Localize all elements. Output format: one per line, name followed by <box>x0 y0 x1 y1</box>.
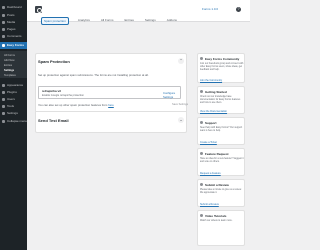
spam-description: Set up protection against spam submissio… <box>38 73 149 77</box>
card-title: Easy Forms Community <box>205 57 240 61</box>
community-icon <box>200 57 203 60</box>
card-title: Getting Started <box>205 90 227 94</box>
tab-all-forms[interactable]: All Forms <box>99 17 116 25</box>
sidebar-item-appearance[interactable]: Appearance <box>0 82 27 88</box>
version-link[interactable]: Forms 1.0.0 <box>202 7 218 11</box>
app-root: Dashboard Posts Media Pages Comments Eas… <box>0 0 250 250</box>
lightbulb-icon <box>200 152 203 155</box>
spam-note: You can also set up other spam protectio… <box>38 103 114 107</box>
save-settings-link[interactable]: Save Settings <box>172 103 188 106</box>
review-card: Submit a Review Please take a minute to … <box>197 179 245 207</box>
collapse-icon <box>2 119 5 123</box>
help-icon[interactable]: ? <box>236 7 241 12</box>
user-icon <box>2 97 5 101</box>
support-card: Support Need help with Easy Forms? Our s… <box>197 117 245 145</box>
sidebar-item-tools[interactable]: Tools <box>0 103 27 109</box>
card-body: Join our Facebook group and connect with… <box>200 63 244 71</box>
page-icon <box>2 27 5 31</box>
note-text: You can also set up other spam protectio… <box>38 103 108 107</box>
sidebar-item-dashboard[interactable]: Dashboard <box>0 4 27 10</box>
provider-title: reCaptcha v3 <box>42 89 61 93</box>
card-body: Have an idea for a new feature? Suggest … <box>200 158 244 163</box>
sidebar-item-posts[interactable]: Posts <box>0 12 27 18</box>
sidebar-item-users[interactable]: Users <box>0 96 27 102</box>
tab-addons[interactable]: Addons <box>165 17 179 25</box>
sidebar-item-easy-forms[interactable]: Easy Forms <box>0 42 27 49</box>
card-body: Watch our videos to learn more. <box>200 220 233 222</box>
book-icon <box>200 90 203 93</box>
sidebar-item-comments[interactable]: Comments <box>0 33 27 39</box>
tab-analytics[interactable]: Analytics <box>76 17 92 25</box>
chevron-up-icon[interactable]: ⌃ <box>178 58 184 64</box>
section-divider <box>35 111 187 112</box>
video-icon <box>200 214 203 217</box>
sidebar-item-plugins[interactable]: Plugins <box>0 89 27 95</box>
view-documentation-link[interactable]: View the Documentation <box>200 110 227 113</box>
plugin-tabs: Spam protection Analytics All Forms Entr… <box>41 17 179 25</box>
sidebar-item-pages[interactable]: Pages <box>0 26 27 32</box>
sidebar-item-media[interactable]: Media <box>0 19 27 25</box>
recaptcha-provider-box: reCaptcha v3 Enable Google reCaptcha pro… <box>38 86 181 99</box>
request-feature-link[interactable]: Request a Feature <box>200 172 221 175</box>
card-title: Video Tutorials <box>205 214 227 218</box>
comment-icon <box>2 34 5 38</box>
dashboard-icon <box>2 5 5 9</box>
submit-review-link[interactable]: Submit a Review <box>200 203 219 206</box>
plugin-icon <box>2 90 5 94</box>
video-tutorials-card: Video Tutorials Watch our videos to lear… <box>197 210 245 246</box>
wrench-icon <box>2 104 5 108</box>
join-community-link[interactable]: Join the Community <box>200 79 222 82</box>
tab-spam-protection[interactable]: Spam protection <box>41 17 69 25</box>
sidebar-collapse-menu[interactable]: Collapse menu <box>0 118 27 124</box>
card-title: Feature Request <box>205 152 229 156</box>
community-card: Easy Forms Community Join our Facebook g… <box>197 53 245 83</box>
send-test-email-title: Send Test Email <box>38 118 69 123</box>
pin-icon <box>2 13 5 17</box>
provider-subtitle: Enable Google reCaptcha protection <box>42 94 84 97</box>
card-body: Please take a minute to give us a review… <box>200 189 242 194</box>
submenu-item-templates[interactable]: Templates <box>0 73 27 78</box>
chevron-down-icon[interactable]: ⌄ <box>178 117 184 123</box>
tab-settings[interactable]: Settings <box>143 17 158 25</box>
feature-request-card: Feature Request Have an idea for a new f… <box>197 148 245 176</box>
brush-icon <box>2 83 5 87</box>
support-icon <box>200 121 203 124</box>
spam-protection-title: Spam Protection <box>38 59 70 64</box>
getting-started-card: Getting Started Check out our knowledge … <box>197 86 245 114</box>
sidebar-item-settings[interactable]: Settings <box>0 110 27 116</box>
note-here-link[interactable]: here <box>108 103 114 107</box>
star-icon <box>200 183 203 186</box>
admin-sidebar: Dashboard Posts Media Pages Comments Eas… <box>0 0 27 250</box>
create-ticket-link[interactable]: Create a Ticket <box>200 141 217 144</box>
card-body: Need help with Easy Forms? Our support t… <box>200 127 243 132</box>
tab-entries[interactable]: Entries <box>123 17 136 25</box>
card-title: Support <box>205 121 217 125</box>
media-icon <box>2 20 5 24</box>
card-title: Submit a Review <box>205 183 229 187</box>
configure-settings-link[interactable]: Configure Settings <box>163 91 180 99</box>
forms-icon <box>2 44 5 47</box>
settings-icon <box>2 111 5 115</box>
card-body: Check out our knowledge base documentati… <box>200 96 241 104</box>
plugin-logo-icon <box>35 6 42 13</box>
